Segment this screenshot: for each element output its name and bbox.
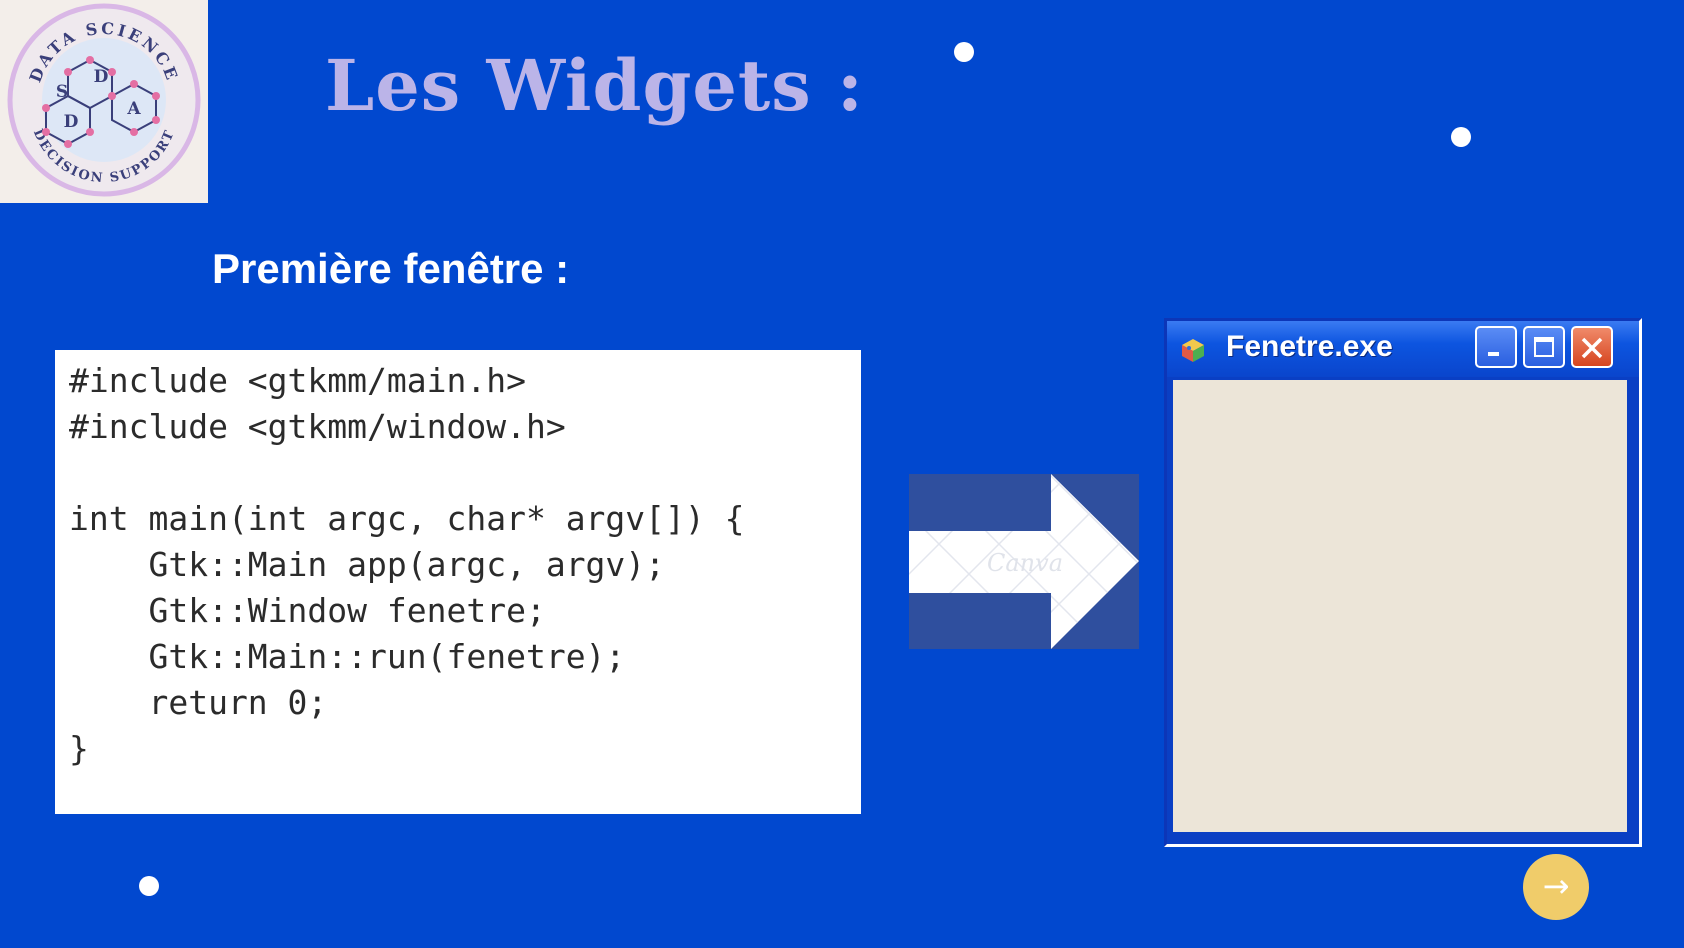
code-line: int main(int argc, char* argv[]) { xyxy=(69,499,745,538)
decorative-dot xyxy=(954,42,974,62)
close-icon xyxy=(1581,337,1603,359)
logo: DATA SCIENCE DECISION SUPPORT S D D A xyxy=(0,0,208,203)
logo-letter-d2: D xyxy=(64,112,79,132)
slide-title: Les Widgets : xyxy=(325,44,864,127)
logo-letter-a: A xyxy=(126,99,141,119)
decorative-dot xyxy=(1451,127,1471,147)
code-line: Gtk::Main app(argc, argv); xyxy=(69,545,666,584)
code-snippet: #include <gtkmm/main.h> #include <gtkmm/… xyxy=(55,350,861,814)
logo-letter-d1: D xyxy=(94,67,109,87)
app-icon xyxy=(1180,337,1206,363)
app-window[interactable]: Fenetre.exe xyxy=(1164,318,1642,847)
minimize-button[interactable] xyxy=(1475,326,1517,368)
code-line: #include <gtkmm/window.h> xyxy=(69,407,566,446)
window-client-area[interactable] xyxy=(1173,380,1627,832)
canva-watermark: Canva xyxy=(987,549,1063,577)
next-slide-button[interactable]: → xyxy=(1523,854,1589,920)
code-line: #include <gtkmm/main.h> xyxy=(69,361,526,400)
code-line: Gtk::Window fenetre; xyxy=(69,591,546,630)
logo-letter-s: S xyxy=(56,82,68,102)
close-button[interactable] xyxy=(1571,326,1613,368)
window-title: Fenetre.exe xyxy=(1226,330,1393,363)
code-line: Gtk::Main::run(fenetre); xyxy=(69,637,626,676)
window-titlebar[interactable]: Fenetre.exe xyxy=(1167,321,1639,377)
code-line: } xyxy=(69,729,89,768)
code-line: return 0; xyxy=(69,683,328,722)
maximize-icon xyxy=(1534,337,1554,357)
maximize-button[interactable] xyxy=(1523,326,1565,368)
decorative-dot xyxy=(139,876,159,896)
right-arrow-icon: → xyxy=(1542,867,1570,905)
slide-subtitle: Première fenêtre : xyxy=(212,245,570,292)
minimize-icon xyxy=(1488,352,1499,356)
right-arrow-icon: Canva xyxy=(909,474,1139,649)
